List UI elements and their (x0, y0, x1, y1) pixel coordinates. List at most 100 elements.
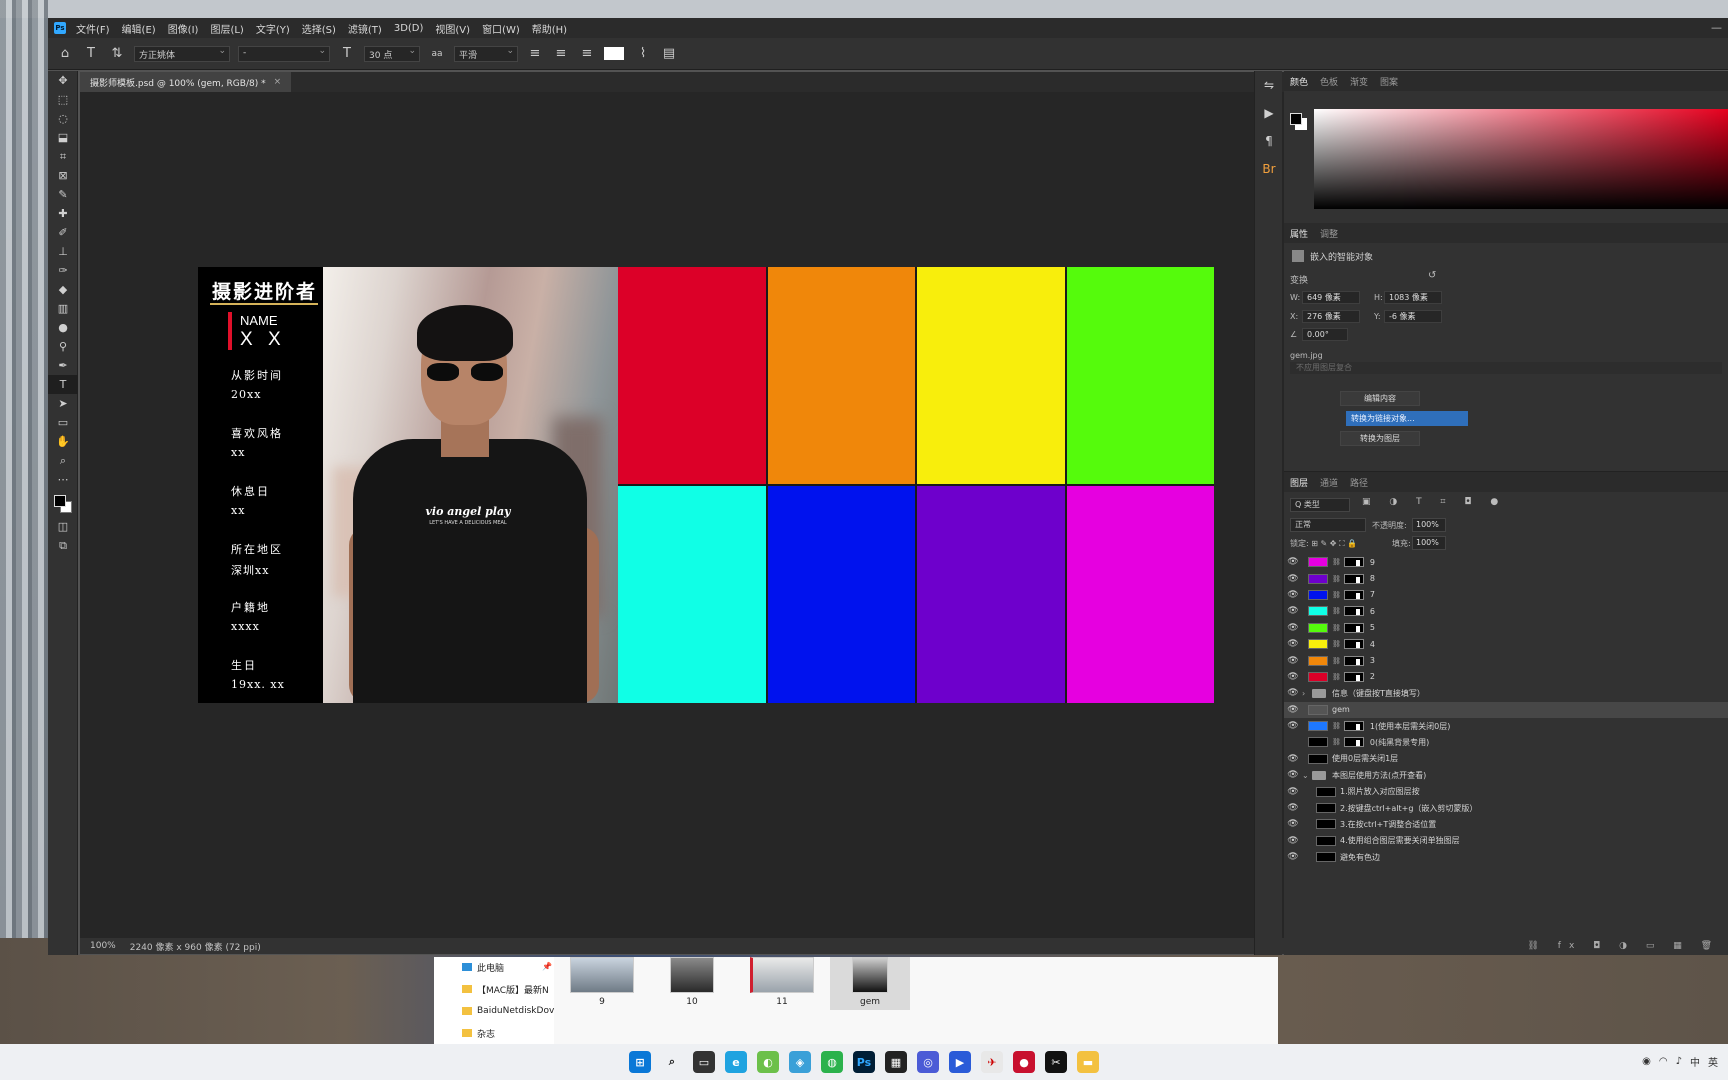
x-field[interactable]: 276 像素 (1302, 310, 1360, 323)
minimize-button[interactable]: — (1711, 21, 1722, 34)
layer-filter-select[interactable]: Q 类型 (1290, 498, 1350, 512)
color-picker-field[interactable] (1314, 109, 1728, 209)
text-color-swatch[interactable] (604, 47, 624, 60)
more-tools-icon[interactable]: ⋯ (48, 470, 78, 489)
file-thumbnail[interactable] (750, 957, 814, 993)
layer-row[interactable]: 👁 ⛓ 9 (1284, 554, 1728, 570)
wechat-icon[interactable]: ◍ (821, 1051, 843, 1073)
link-icon[interactable]: ⛓ (1332, 673, 1341, 681)
warp-text-icon[interactable]: ⌇ (634, 45, 652, 63)
color-cell[interactable] (1066, 267, 1214, 484)
frame-tool-icon[interactable]: ⊠ (48, 166, 78, 185)
eraser-tool-icon[interactable]: ◆ (48, 280, 78, 299)
layer-mask-thumbnail[interactable] (1343, 589, 1364, 600)
bridge-icon[interactable]: Br (1255, 155, 1283, 183)
visibility-eye-icon[interactable]: 👁 (1284, 819, 1302, 829)
start-icon[interactable]: ⊞ (629, 1051, 651, 1073)
reset-icon[interactable]: ↺ (1428, 270, 1436, 281)
stamp-tool-icon[interactable]: ⊥ (48, 242, 78, 261)
document-tab[interactable]: 摄影师模板.psd @ 100% (gem, RGB/8) * × (80, 72, 292, 92)
menu-image[interactable]: 图像(I) (168, 21, 199, 36)
color-swatches[interactable] (48, 489, 78, 517)
document-info[interactable]: 2240 像素 x 960 像素 (72 ppi) (130, 940, 261, 953)
nav-folder[interactable]: 【MAC版】最新N (462, 981, 549, 997)
foreground-color[interactable] (1290, 113, 1302, 125)
foreground-color[interactable] (54, 495, 66, 507)
menu-view[interactable]: 视图(V) (435, 21, 470, 36)
path-select-icon[interactable]: ➤ (48, 394, 78, 413)
tab-gradients[interactable]: 渐变 (1350, 75, 1368, 88)
menu-layer[interactable]: 图层(L) (210, 21, 243, 36)
history-brush-icon[interactable]: ✑ (48, 261, 78, 280)
dodge-tool-icon[interactable]: ⚲ (48, 337, 78, 356)
align-center-icon[interactable]: ≡ (552, 45, 570, 63)
visibility-eye-icon[interactable]: 👁 (1284, 836, 1302, 846)
fill-field[interactable]: 100% (1412, 536, 1446, 550)
task-view-icon[interactable]: ▭ (693, 1051, 715, 1073)
layer-row[interactable]: 👁 避免有色边 (1284, 849, 1728, 865)
convert-to-linked-button[interactable]: 转换为链接对象... (1346, 411, 1468, 426)
link-icon[interactable]: ⛓ (1332, 722, 1341, 730)
input-lang[interactable]: 中 (1690, 1054, 1700, 1069)
rectangle-tool-icon[interactable]: ▭ (48, 413, 78, 432)
antialias-select[interactable]: 平滑 (454, 45, 518, 62)
tab-adjustments[interactable]: 调整 (1320, 227, 1338, 240)
app-icon[interactable]: ◎ (917, 1051, 939, 1073)
app-icon[interactable]: ● (1013, 1051, 1035, 1073)
menu-window[interactable]: 窗口(W) (482, 21, 520, 36)
link-icon[interactable]: ⛓ (1332, 558, 1341, 566)
visibility-eye-icon[interactable]: 👁 (1284, 737, 1302, 747)
layer-row[interactable]: 👁 › 信息（键盘按T直接填写） (1284, 685, 1728, 701)
app-icon[interactable]: ◐ (757, 1051, 779, 1073)
marquee-tool-icon[interactable]: ⬚ (48, 90, 78, 109)
menu-file[interactable]: 文件(F) (76, 21, 110, 36)
layer-row[interactable]: 👁 ⛓ 0(纯黑背景专用) (1284, 734, 1728, 750)
menu-filter[interactable]: 滤镜(T) (348, 21, 382, 36)
height-field[interactable]: 1083 像素 (1384, 291, 1442, 304)
layer-row[interactable]: 👁 2.按键盘ctrl+alt+g（嵌入剪切蒙版） (1284, 800, 1728, 816)
visibility-eye-icon[interactable]: 👁 (1284, 639, 1302, 649)
layer-row[interactable]: 👁 ⛓ 1(使用本层需关闭0层) (1284, 718, 1728, 734)
link-icon[interactable]: ⛓ (1332, 624, 1341, 632)
link-icon[interactable]: ⛓ (1332, 575, 1341, 583)
layer-row[interactable]: 👁 3.在按ctrl+T调整合适位置 (1284, 816, 1728, 832)
eyedropper-tool-icon[interactable]: ✎ (48, 185, 78, 204)
layer-mask-thumbnail[interactable] (1343, 606, 1364, 617)
color-cell[interactable] (1066, 486, 1214, 703)
app-icon[interactable]: ▶ (949, 1051, 971, 1073)
lasso-tool-icon[interactable]: ◌ (48, 109, 78, 128)
convert-to-layers-button[interactable]: 转换为图层 (1340, 431, 1420, 446)
tab-swatches[interactable]: 色板 (1320, 75, 1338, 88)
text-orientation-icon[interactable]: ⇅ (108, 45, 126, 63)
layer-row[interactable]: 👁 4.使用组合图层需要关闭单独图层 (1284, 833, 1728, 849)
font-size-select[interactable]: 30 点 (364, 45, 420, 62)
layers-footer[interactable]: ⛓ fx ◘ ◑ ▭ ▦ 🗑 (1284, 937, 1728, 955)
nav-folder[interactable]: BaiduNetdiskDov (462, 1003, 554, 1019)
visibility-eye-icon[interactable]: 👁 (1284, 574, 1302, 584)
capcut-icon[interactable]: ✂ (1045, 1051, 1067, 1073)
tab-color[interactable]: 颜色 (1290, 75, 1308, 88)
layer-row[interactable]: 👁 1.照片放入对应图层按 (1284, 783, 1728, 799)
pen-tool-icon[interactable]: ✒ (48, 356, 78, 375)
input-mode[interactable]: 英 (1708, 1054, 1718, 1069)
zoom-level[interactable]: 100% (90, 941, 116, 951)
visibility-eye-icon[interactable]: 👁 (1284, 590, 1302, 600)
menu-edit[interactable]: 编辑(E) (122, 21, 156, 36)
zoom-tool-icon[interactable]: ⌕ (48, 451, 78, 470)
close-icon[interactable]: × (274, 77, 282, 87)
link-icon[interactable]: ⛓ (1332, 657, 1341, 665)
visibility-eye-icon[interactable]: 👁 (1284, 803, 1302, 813)
group-expander-icon[interactable]: › (1302, 689, 1312, 698)
blur-tool-icon[interactable]: ● (48, 318, 78, 337)
menu-help[interactable]: 帮助(H) (532, 21, 567, 36)
visibility-eye-icon[interactable]: 👁 (1284, 623, 1302, 633)
color-cell[interactable] (917, 486, 1065, 703)
gradient-tool-icon[interactable]: ▥ (48, 299, 78, 318)
layer-mask-thumbnail[interactable] (1343, 737, 1364, 748)
filter-icons[interactable]: ▣ ◑ T ⌗ ◘ ● (1362, 497, 1506, 507)
tab-channels[interactable]: 通道 (1320, 476, 1338, 489)
lock-controls[interactable]: 锁定: ⊞ ✎ ✥ ⛶ 🔒 (1290, 538, 1357, 549)
link-icon[interactable]: ⛓ (1332, 591, 1341, 599)
app-icon[interactable]: ▦ (885, 1051, 907, 1073)
layer-mask-thumbnail[interactable] (1343, 557, 1364, 568)
